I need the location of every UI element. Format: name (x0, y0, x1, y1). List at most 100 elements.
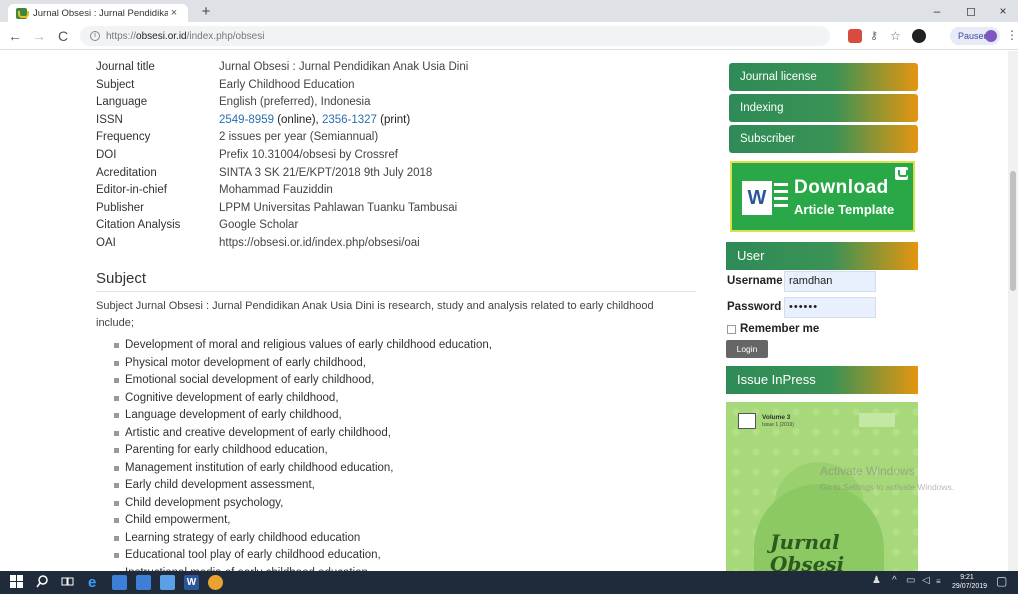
info-key: Journal title (96, 61, 155, 73)
mail-icon[interactable] (160, 575, 175, 590)
cover-logo-icon (738, 413, 756, 429)
info-row: Subject Early Childhood Education (96, 77, 468, 95)
issn-print-label: (print) (376, 113, 411, 126)
cover-issue: Issue 1 (2019) (762, 422, 794, 428)
list-item: Emotional social development of early ch… (114, 372, 492, 390)
word-taskbar-icon[interactable]: W (184, 575, 199, 590)
list-item: Early child development assessment, (114, 477, 492, 495)
search-icon[interactable] (36, 575, 51, 590)
network-icon[interactable]: ▭ (906, 575, 915, 586)
maximize-button[interactable]: ◻ (954, 0, 988, 22)
browser-tabstrip: Jurnal Obsesi : Jurnal Pendidikan × + – … (0, 0, 1018, 22)
store-icon[interactable] (136, 575, 151, 590)
info-key: Citation Analysis (96, 219, 181, 232)
extension-dark-icon[interactable] (912, 29, 926, 43)
info-key: Frequency (96, 131, 151, 144)
profile-button[interactable]: Paused (950, 27, 1000, 45)
info-value: Prefix 10.31004/obsesi by Crossref (219, 148, 398, 161)
back-button[interactable]: ← (6, 27, 24, 45)
document-lines-icon (774, 183, 788, 213)
info-value: English (preferred), Indonesia (219, 96, 371, 109)
password-input[interactable]: •••••• (784, 297, 876, 318)
list-item: Parenting for early childhood education, (114, 442, 492, 460)
extension-icon[interactable] (848, 29, 862, 43)
edge-browser-icon[interactable]: e (88, 575, 103, 590)
task-view-icon[interactable] (61, 575, 76, 590)
avatar (985, 30, 997, 42)
chrome-icon[interactable] (208, 575, 223, 590)
list-item: Educational tool play of early childhood… (114, 547, 492, 565)
people-icon[interactable]: ♟ (872, 575, 881, 586)
close-window-button[interactable]: × (986, 0, 1018, 22)
minimize-button[interactable]: – (920, 0, 954, 22)
info-row: Frequency 2 issues per year (Semiannual) (96, 129, 468, 147)
reload-button[interactable]: C (54, 27, 72, 45)
password-label: Password (727, 301, 782, 313)
username-label: Username (727, 275, 783, 287)
cover-issn-box (859, 413, 895, 427)
issn-print-link[interactable]: 2356-1327 (322, 114, 377, 126)
bullet-icon (114, 500, 119, 506)
list-item: Artistic and creative development of ear… (114, 425, 492, 443)
list-item: Language development of early childhood, (114, 407, 492, 425)
tab-close-icon[interactable]: × (168, 7, 180, 19)
url-path: /index.php/obsesi (186, 30, 265, 42)
menu-kebab-icon[interactable]: ⋮ (1006, 28, 1018, 42)
login-button[interactable]: Login (726, 340, 768, 358)
remember-me-option[interactable]: Remember me (727, 323, 819, 335)
list-item-text: Child empowerment, (125, 514, 231, 526)
list-item: Learning strategy of early childhood edu… (114, 530, 492, 548)
subject-intro: Subject Jurnal Obsesi : Jurnal Pendidika… (96, 300, 654, 329)
taskbar-clock[interactable]: 9:21 29/07/2019 (952, 573, 988, 591)
volume-icon[interactable]: ◁ (922, 575, 930, 586)
browser-tab[interactable]: Jurnal Obsesi : Jurnal Pendidikan × (8, 4, 188, 22)
bullet-icon (114, 518, 119, 524)
info-value: https://obsesi.or.id/index.php/obsesi/oa… (219, 236, 420, 249)
sidebar-item-indexing[interactable]: Indexing (729, 94, 918, 122)
page-scrollbar[interactable] (1008, 51, 1018, 571)
site-info-icon[interactable]: i (90, 31, 100, 41)
subject-list: Development of moral and religious value… (114, 337, 492, 571)
new-tab-button[interactable]: + (198, 4, 214, 20)
issn-online-label: (online), (274, 113, 322, 126)
info-value: SINTA 3 SK 21/E/KPT/2018 9th July 2018 (219, 166, 433, 179)
tab-title: Jurnal Obsesi : Jurnal Pendidikan (33, 7, 168, 19)
key-icon[interactable]: ⚷ (870, 29, 884, 43)
address-bar[interactable]: i https://obsesi.or.id/index.php/obsesi (80, 26, 830, 46)
list-item-text: Emotional social development of early ch… (125, 374, 375, 386)
info-key: DOI (96, 148, 117, 161)
scrollbar-thumb[interactable] (1010, 171, 1016, 291)
info-key: Subject (96, 78, 135, 91)
username-input[interactable]: ramdhan (784, 271, 876, 292)
list-item-text: Child development psychology, (125, 496, 284, 509)
info-key: Publisher (96, 201, 144, 214)
sidebar-item-subscriber[interactable]: Subscriber (729, 125, 918, 153)
bullet-icon (114, 483, 119, 489)
profile-status: Paused (958, 31, 989, 41)
url-scheme: https:// (106, 30, 137, 42)
list-item: Physical motor development of early chil… (114, 355, 492, 373)
clock-date: 29/07/2019 (952, 583, 988, 590)
language-icon[interactable]: ≡ (936, 577, 941, 586)
windows-start-icon[interactable] (10, 575, 25, 590)
download-template-banner[interactable]: W Download Article Template (730, 161, 915, 232)
info-key: Language (96, 96, 148, 109)
word-icon: W (742, 181, 772, 215)
bookmark-star-icon[interactable]: ☆ (890, 29, 904, 43)
info-row: OAI https://obsesi.or.id/index.php/obsesi… (96, 235, 468, 253)
file-explorer-icon[interactable] (112, 575, 127, 590)
bullet-icon (114, 360, 119, 366)
notification-icon[interactable]: ▢ (996, 574, 1007, 588)
info-value: Mohammad Fauziddin (219, 184, 333, 197)
bullet-icon (114, 378, 119, 384)
screen: Jurnal Obsesi : Jurnal Pendidikan × + – … (0, 0, 1018, 594)
tray-chevron-icon[interactable]: ^ (892, 575, 897, 586)
info-row: Journal title Jurnal Obsesi : Jurnal Pend… (96, 59, 468, 77)
info-row: Acreditation SINTA 3 SK 21/E/KPT/2018 9th… (96, 165, 468, 183)
forward-button[interactable]: → (30, 27, 48, 45)
remember-me-checkbox[interactable] (727, 324, 736, 334)
remember-me-label: Remember me (740, 323, 820, 335)
issn-online-link[interactable]: 2549-8959 (219, 114, 274, 126)
sidebar-item-journal-license[interactable]: Journal license (729, 63, 918, 91)
info-value: 2 issues per year (Semiannual) (219, 131, 379, 144)
